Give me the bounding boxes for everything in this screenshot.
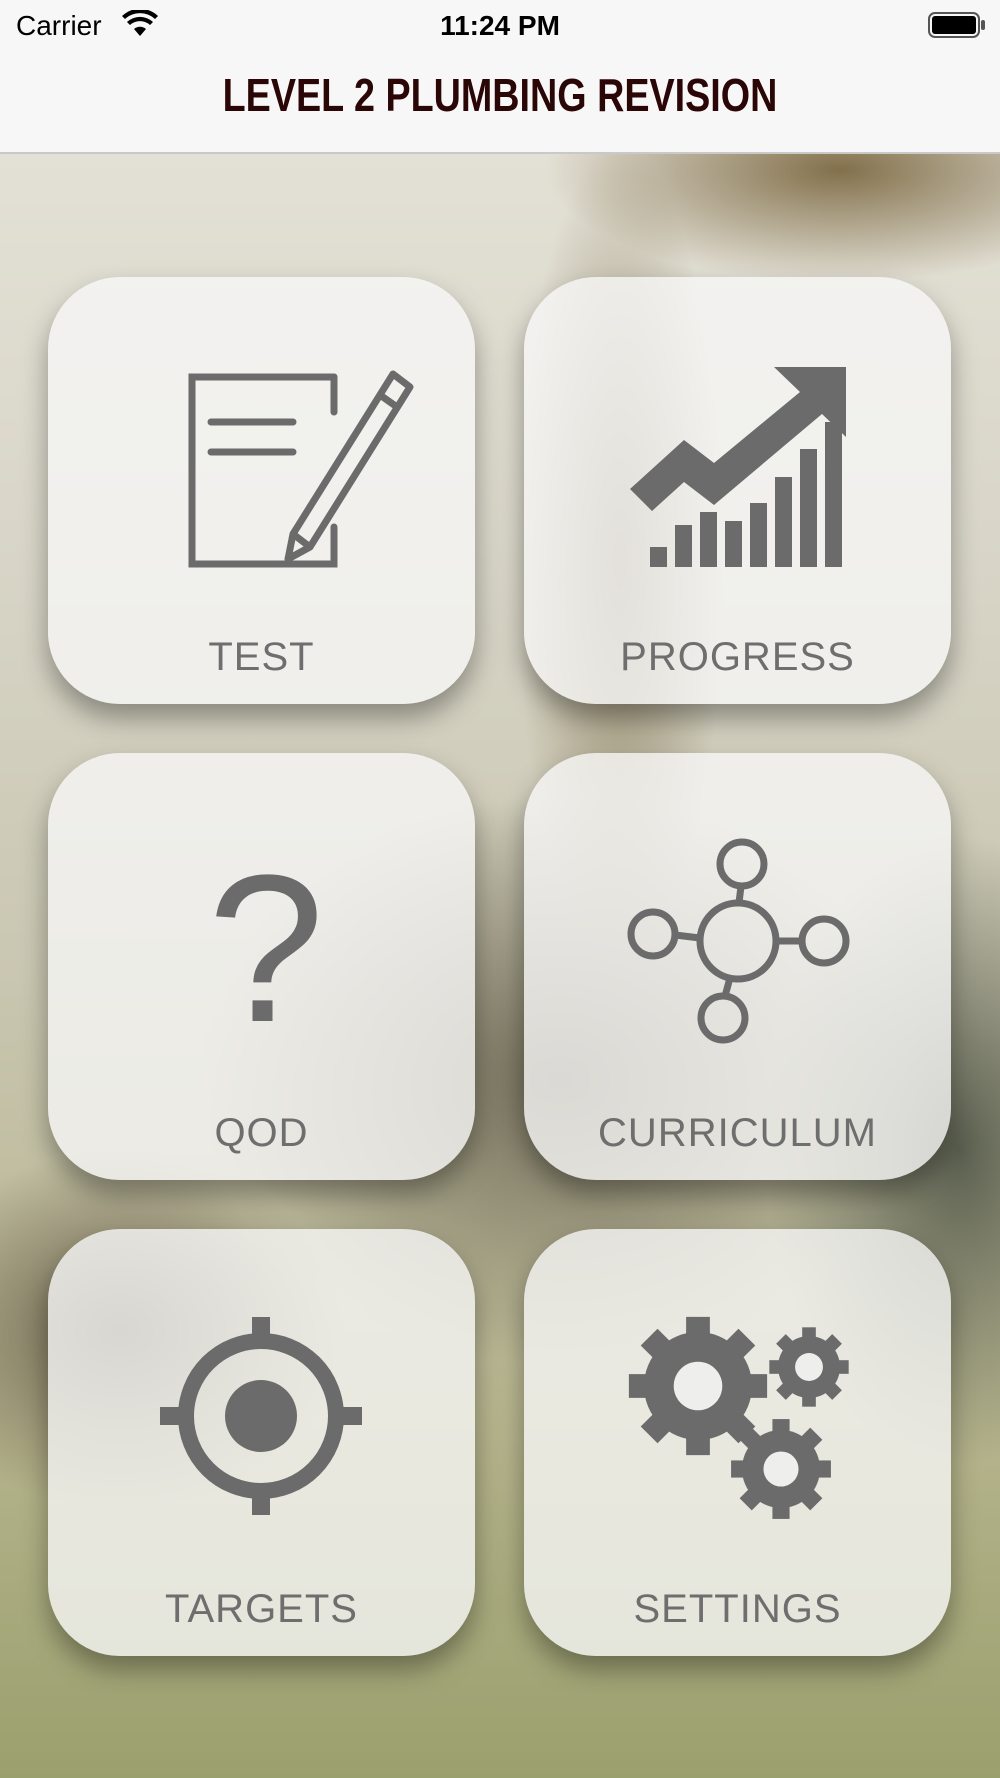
curriculum-button[interactable]: CURRICULUM [524,753,951,1180]
tile-label: QOD [214,1111,309,1155]
tile-label: TARGETS [165,1587,358,1631]
tile-label: TEST [208,635,315,679]
settings-button[interactable]: SETTINGS [524,1229,951,1656]
page-title: LEVEL 2 PLUMBING REVISION [222,69,778,121]
qod-button[interactable]: ? QOD [48,753,475,1180]
svg-text:?: ? [208,831,325,1066]
progress-button[interactable]: PROGRESS [524,277,951,704]
tile-label: CURRICULUM [598,1111,877,1155]
status-bar: Carrier 11:24 PM [0,0,1000,52]
battery-icon [928,12,985,38]
test-button[interactable]: TEST [48,277,475,704]
targets-button[interactable]: TARGETS [48,1229,475,1656]
tile-label: SETTINGS [633,1587,842,1631]
status-time: 11:24 PM [440,10,560,41]
navigation-bar: LEVEL 2 PLUMBING REVISION [0,52,1000,154]
tile-label: PROGRESS [620,635,855,679]
